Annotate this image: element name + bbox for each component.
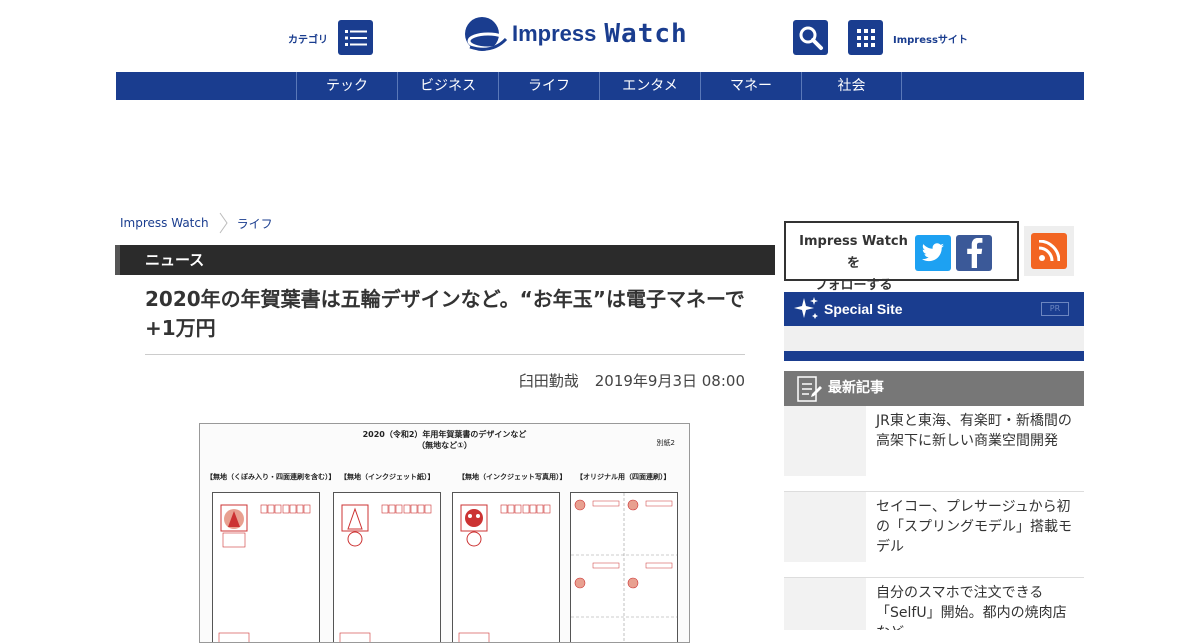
latest-articles-header: 最新記事: [784, 371, 1084, 406]
latest-item-title[interactable]: 自分のスマホで注文できる「SelfU」開始。都内の焼肉店など: [876, 583, 1076, 630]
list-icon: [344, 29, 367, 46]
site-logo[interactable]: Impress Watch: [462, 14, 688, 54]
special-site-title: Special Site: [824, 301, 903, 317]
postcard-1: [212, 492, 320, 642]
article-byline: 臼田勤哉 2019年9月3日 08:00: [519, 370, 745, 391]
latest-articles-title: 最新記事: [828, 380, 884, 396]
impress-sites-label[interactable]: Impressサイト: [893, 31, 968, 46]
postcard-2: [333, 492, 441, 642]
special-site-body: [784, 326, 1084, 351]
article-author: 臼田勤哉: [518, 372, 579, 390]
search-icon: [799, 26, 823, 50]
breadcrumb-separator-icon: [219, 212, 228, 234]
article-title: 2020年の年賀葉書は五輪デザインなど。“お年玉”は電子マネーで+1万円: [145, 287, 745, 340]
latest-item[interactable]: 自分のスマホで注文できる「SelfU」開始。都内の焼肉店など: [784, 578, 1084, 630]
title-divider: [145, 354, 745, 355]
card-label-1: 【無地（くぼみ入り・四面連刷を含む）】: [206, 473, 336, 481]
logo-text-impress: Impress: [512, 21, 597, 46]
postcard-3: [452, 492, 560, 642]
breadcrumb-life[interactable]: ライフ: [237, 215, 273, 232]
special-site-header: Special Site PR: [784, 292, 1084, 326]
follow-box: Impress Watch を フォローする: [784, 221, 1019, 293]
image-title-line2: （無地など①）: [417, 441, 472, 450]
nav-item-entame[interactable]: エンタメ: [599, 72, 700, 100]
breadcrumb-home[interactable]: Impress Watch: [120, 216, 209, 230]
special-site-footer: [784, 351, 1084, 361]
section-header: ニュース: [115, 245, 775, 275]
nav-item-society[interactable]: 社会: [801, 72, 902, 100]
facebook-button[interactable]: [956, 235, 992, 271]
article-image[interactable]: 2020（令和2）年用年賀葉書のデザインなど （無地など①） 別紙2 【無地（く…: [199, 423, 690, 643]
postcard-4: [570, 492, 678, 642]
logo-mark-icon: [465, 17, 508, 51]
twitter-button[interactable]: [915, 235, 951, 271]
latest-item[interactable]: セイコー、プレサージュから初の「スプリングモデル」搭載モデル: [784, 492, 1084, 577]
latest-item-title[interactable]: セイコー、プレサージュから初の「スプリングモデル」搭載モデル: [876, 497, 1076, 557]
card-label-3: 【無地（インクジェット写真用）】: [458, 473, 567, 481]
section-accent: [115, 245, 120, 275]
impress-sites-button[interactable]: [848, 20, 883, 55]
section-title: ニュース: [145, 251, 205, 269]
follow-text-line1: Impress Watch を: [799, 234, 908, 271]
article-date: 2019年9月3日 08:00: [594, 372, 745, 390]
image-title-line1: 2020（令和2）年用年賀葉書のデザインなど: [362, 430, 527, 439]
nav-item-business[interactable]: ビジネス: [397, 72, 498, 100]
card-label-4: 【オリジナル用（四面連刷）】: [576, 473, 671, 481]
twitter-icon: [922, 243, 944, 262]
latest-item-thumbnail[interactable]: [784, 578, 866, 630]
breadcrumb: Impress Watch ライフ: [120, 212, 273, 234]
facebook-icon: [967, 238, 983, 268]
nav-item-tech[interactable]: テック: [296, 72, 397, 100]
category-label[interactable]: カテゴリ: [288, 31, 328, 46]
latest-item-thumbnail[interactable]: [784, 492, 866, 562]
rss-button[interactable]: [1024, 226, 1074, 276]
document-icon: [797, 376, 822, 402]
nav-item-money[interactable]: マネー: [700, 72, 801, 100]
latest-item-title[interactable]: JR東と東海、有楽町・新橋間の高架下に新しい商業空間開発: [876, 411, 1076, 451]
sparkle-icon: [794, 297, 818, 319]
nav-item-life[interactable]: ライフ: [498, 72, 599, 100]
latest-item-thumbnail[interactable]: [784, 406, 866, 476]
card-label-2: 【無地（インクジェット紙）】: [340, 473, 435, 481]
pr-badge: PR: [1041, 302, 1069, 316]
category-menu-button[interactable]: [338, 20, 373, 55]
latest-item[interactable]: JR東と東海、有楽町・新橋間の高架下に新しい商業空間開発: [784, 406, 1084, 491]
rss-icon: [1038, 240, 1060, 262]
image-tag: 別紙2: [656, 439, 675, 447]
grid-icon: [856, 28, 875, 47]
logo-text-watch: Watch: [604, 19, 688, 49]
main-nav: テック ビジネス ライフ エンタメ マネー 社会: [116, 72, 1084, 100]
search-button[interactable]: [793, 20, 828, 55]
